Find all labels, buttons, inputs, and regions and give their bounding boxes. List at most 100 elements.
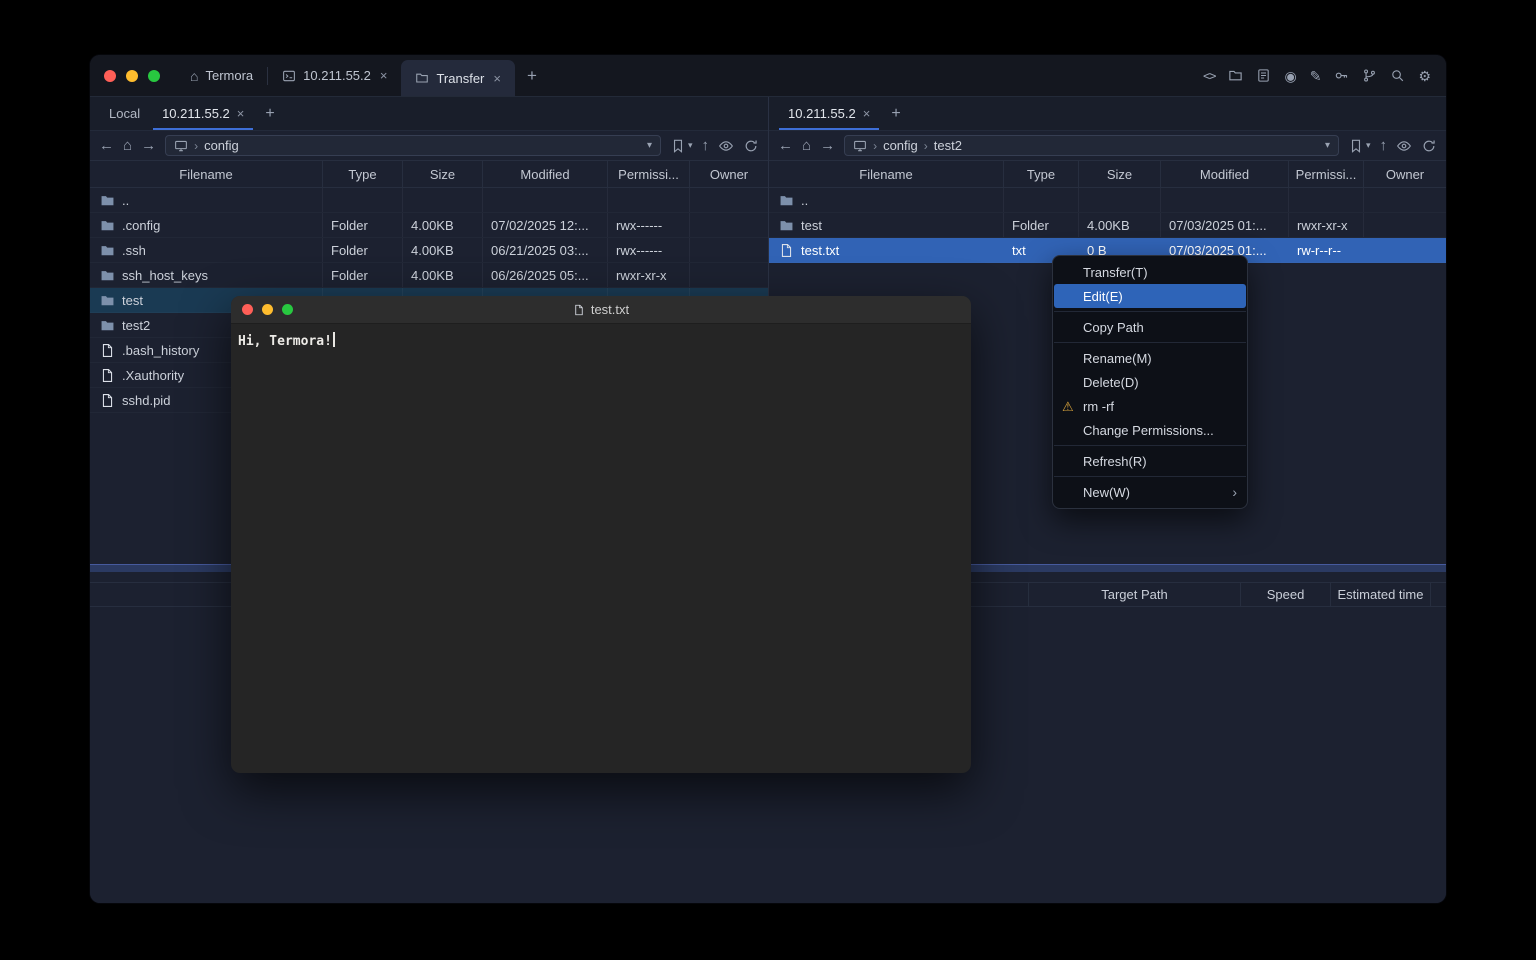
- file-row-ssh-host-keys[interactable]: ssh_host_keys Folder 4.00KB 06/26/2025 0…: [90, 263, 768, 288]
- column-header-size[interactable]: Size: [1079, 161, 1161, 187]
- editor-content[interactable]: Hi, Termora!: [231, 324, 971, 357]
- submenu-arrow-icon: ›: [1232, 485, 1237, 499]
- file-icon: [779, 243, 794, 258]
- file-row-config[interactable]: .config Folder 4.00KB 07/02/2025 12:... …: [90, 213, 768, 238]
- show-hidden-button[interactable]: [1396, 138, 1412, 154]
- close-icon[interactable]: ×: [493, 71, 501, 86]
- bookmark-button[interactable]: ▾: [1348, 138, 1371, 154]
- menu-item-label: Change Permissions...: [1083, 423, 1214, 438]
- back-button[interactable]: ←: [99, 138, 114, 153]
- bookmark-button[interactable]: ▾: [670, 138, 693, 154]
- folder-icon[interactable]: [1228, 68, 1243, 83]
- show-hidden-button[interactable]: [718, 138, 734, 154]
- new-tab-button[interactable]: +: [515, 67, 549, 84]
- key-icon[interactable]: [1334, 68, 1349, 83]
- close-window-button[interactable]: [242, 304, 253, 315]
- tab-local[interactable]: Local: [98, 97, 151, 130]
- refresh-button[interactable]: [1421, 138, 1437, 154]
- folder-icon: [100, 293, 115, 308]
- gear-icon[interactable]: ⚙: [1418, 69, 1431, 83]
- transfer-col-speed[interactable]: Speed: [1240, 583, 1330, 606]
- chevron-down-icon[interactable]: ▾: [1325, 141, 1330, 151]
- column-header-filename[interactable]: Filename: [90, 161, 323, 187]
- record-icon[interactable]: ◉: [1284, 69, 1296, 83]
- menu-item-rm-rf[interactable]: ⚠rm -rf: [1053, 394, 1247, 418]
- menu-separator: [1054, 342, 1246, 343]
- upload-button[interactable]: ↑: [1380, 138, 1388, 153]
- file-row-up[interactable]: ..: [769, 188, 1446, 213]
- editor-titlebar[interactable]: test.txt: [231, 296, 971, 324]
- close-window-button[interactable]: [104, 70, 116, 82]
- pencil-icon[interactable]: ✎: [1310, 69, 1322, 83]
- menu-separator: [1054, 311, 1246, 312]
- add-tab-button[interactable]: +: [881, 97, 910, 130]
- column-header-owner[interactable]: Owner: [1364, 161, 1446, 187]
- path-segment[interactable]: test2: [934, 138, 962, 153]
- file-row-test[interactable]: test Folder 4.00KB 07/03/2025 01:... rwx…: [769, 213, 1446, 238]
- file-name: test2: [122, 318, 150, 333]
- path-segment[interactable]: config: [883, 138, 918, 153]
- transfer-col-estimated-time[interactable]: Estimated time: [1330, 583, 1430, 606]
- titlebar-tab-termora[interactable]: ⌂ Termora: [176, 55, 267, 96]
- path-segment[interactable]: config: [204, 138, 239, 153]
- column-header-filename[interactable]: Filename: [769, 161, 1004, 187]
- back-button[interactable]: ←: [778, 138, 793, 153]
- home-button[interactable]: ⌂: [123, 138, 132, 153]
- branch-icon[interactable]: [1362, 68, 1377, 83]
- tab-label: 10.211.55.2: [788, 106, 856, 121]
- transfer-col-target-path[interactable]: Target Path: [1028, 583, 1240, 606]
- upload-button[interactable]: ↑: [702, 138, 710, 153]
- minimize-window-button[interactable]: [126, 70, 138, 82]
- menu-item-rename[interactable]: Rename(M): [1053, 346, 1247, 370]
- add-tab-button[interactable]: +: [255, 97, 284, 130]
- zoom-window-button[interactable]: [282, 304, 293, 315]
- menu-item-label: Copy Path: [1083, 320, 1144, 335]
- close-icon[interactable]: ×: [380, 68, 388, 83]
- file-name: ..: [122, 193, 129, 208]
- close-icon[interactable]: ×: [863, 106, 871, 121]
- search-icon[interactable]: [1390, 68, 1405, 83]
- chevron-down-icon: ▾: [688, 141, 693, 150]
- menu-item-transfer[interactable]: Transfer(T): [1053, 260, 1247, 284]
- refresh-button[interactable]: [743, 138, 759, 154]
- home-button[interactable]: ⌂: [802, 138, 811, 153]
- forward-button[interactable]: →: [141, 138, 156, 153]
- file-row-up[interactable]: ..: [90, 188, 768, 213]
- file-name: .config: [122, 218, 160, 233]
- column-header-size[interactable]: Size: [403, 161, 483, 187]
- close-icon[interactable]: ×: [237, 106, 245, 121]
- column-header-modified[interactable]: Modified: [1161, 161, 1289, 187]
- column-header-permissions[interactable]: Permissi...: [1289, 161, 1364, 187]
- menu-item-label: Delete(D): [1083, 375, 1139, 390]
- file-name: .bash_history: [122, 343, 199, 358]
- minimize-window-button[interactable]: [262, 304, 273, 315]
- menu-item-refresh[interactable]: Refresh(R): [1053, 449, 1247, 473]
- column-header-owner[interactable]: Owner: [690, 161, 768, 187]
- menu-item-change-permissions[interactable]: Change Permissions...: [1053, 418, 1247, 442]
- tab-left-host[interactable]: 10.211.55.2 ×: [151, 97, 255, 130]
- path-field[interactable]: › config ▾: [165, 135, 661, 156]
- titlebar-tab-host[interactable]: 10.211.55.2 ×: [268, 55, 401, 96]
- menu-item-delete[interactable]: Delete(D): [1053, 370, 1247, 394]
- file-manager-icon[interactable]: [1256, 68, 1271, 83]
- column-header-modified[interactable]: Modified: [483, 161, 608, 187]
- file-row-ssh[interactable]: .ssh Folder 4.00KB 06/21/2025 03:... rwx…: [90, 238, 768, 263]
- titlebar-tab-transfer[interactable]: Transfer ×: [401, 60, 515, 96]
- tab-right-host[interactable]: 10.211.55.2 ×: [777, 97, 881, 130]
- column-header-type[interactable]: Type: [323, 161, 403, 187]
- path-field[interactable]: › config › test2 ▾: [844, 135, 1339, 156]
- menu-item-label: Rename(M): [1083, 351, 1152, 366]
- left-table-header: Filename Type Size Modified Permissi... …: [90, 160, 768, 188]
- zoom-window-button[interactable]: [148, 70, 160, 82]
- file-name: ssh_host_keys: [122, 268, 208, 283]
- tab-label: 10.211.55.2: [162, 106, 230, 121]
- menu-item-edit[interactable]: Edit(E): [1054, 284, 1246, 308]
- menu-item-new[interactable]: New(W)›: [1053, 480, 1247, 504]
- menu-item-label: rm -rf: [1083, 399, 1114, 414]
- chevron-down-icon[interactable]: ▾: [647, 141, 652, 151]
- column-header-permissions[interactable]: Permissi...: [608, 161, 690, 187]
- forward-button[interactable]: →: [820, 138, 835, 153]
- code-icon[interactable]: <>: [1203, 70, 1215, 82]
- column-header-type[interactable]: Type: [1004, 161, 1079, 187]
- menu-item-copy-path[interactable]: Copy Path: [1053, 315, 1247, 339]
